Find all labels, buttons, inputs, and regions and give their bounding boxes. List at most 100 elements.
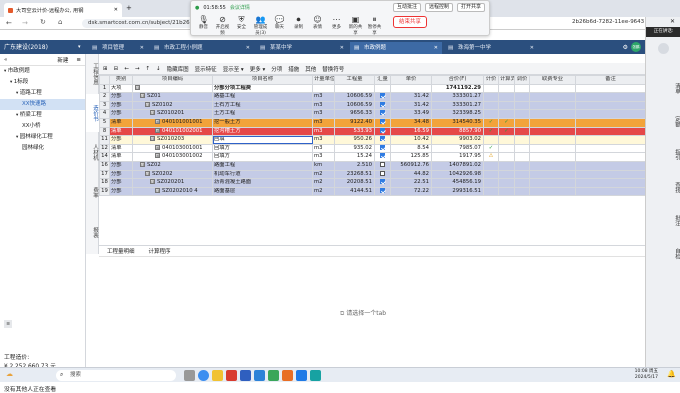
toolbar-item[interactable]: ⊟ <box>114 66 119 72</box>
side-tool-item[interactable]: 指引 <box>646 149 680 160</box>
expand-toggle-icon[interactable]: ⊞ <box>155 153 160 159</box>
close-tab-icon[interactable]: ✕ <box>246 42 250 54</box>
tree-node[interactable]: ▾ 市政例题 <box>0 66 85 77</box>
row-quantity[interactable] <box>334 83 375 94</box>
remote-control-button[interactable]: 远程控制 <box>424 3 453 12</box>
table-row[interactable]: 19 分部 ⊟ SZ0202010 4 路面基层 m2 4144.51 72.22 299316… <box>99 186 645 197</box>
module-tab[interactable]: 工程信息 <box>86 54 99 94</box>
module-tab[interactable]: 人材机 <box>86 132 99 172</box>
row-code-cell[interactable]: ⊞ 040103001002 <box>132 152 213 162</box>
app-green-icon[interactable] <box>268 370 279 381</box>
table-row[interactable]: 4 分部 ⊟ SZ010201 土方工程 m3 9656.33 33.49 323398.25 <box>99 109 645 119</box>
summary-checkbox[interactable] <box>380 153 385 159</box>
close-tab-icon[interactable]: ✕ <box>340 42 344 54</box>
expand-toggle-icon[interactable]: ⊞ <box>155 128 160 133</box>
tree-node[interactable]: ▾ 桥梁工程 <box>0 110 85 121</box>
forward-icon[interactable]: → <box>22 19 28 27</box>
table-row[interactable]: 11 分部 ⊟ SZ010203 回填 m3 950.26 10.42 9903.02 <box>99 135 645 145</box>
expand-toggle-icon[interactable]: ⊟ <box>150 179 155 185</box>
row-name[interactable]: 路基工程 <box>212 92 313 102</box>
row-code-cell[interactable]: ⊟ SZ0202010 4 <box>132 186 213 197</box>
side-tool-item[interactable]: 清单 <box>646 83 680 94</box>
row-name[interactable]: 机动车行道 <box>212 169 313 180</box>
row-name[interactable]: 挖沟槽土方 <box>212 126 313 137</box>
row-summary-cell[interactable] <box>374 100 391 111</box>
column-header[interactable]: 备注 <box>575 75 645 85</box>
row-summary-cell[interactable] <box>374 169 391 180</box>
column-header[interactable]: 调价 <box>514 75 530 85</box>
row-remark[interactable] <box>575 100 645 111</box>
row-name[interactable]: 回填方 <box>212 143 313 154</box>
back-icon[interactable]: ← <box>6 19 12 27</box>
summary-checkbox[interactable] <box>380 170 385 176</box>
row-summary-cell[interactable] <box>374 109 391 119</box>
meeting-app-icon[interactable] <box>296 370 307 381</box>
expand-toggle-icon[interactable]: ⊟ <box>140 162 145 167</box>
row-remark[interactable] <box>575 178 645 188</box>
toolbar-item[interactable]: 显示至 ▾ <box>223 65 244 73</box>
new-button[interactable]: 新建 <box>57 56 68 64</box>
app-teal-icon[interactable] <box>310 370 321 381</box>
row-summary-cell[interactable] <box>374 152 391 162</box>
summary-checkbox[interactable] <box>380 102 385 107</box>
column-header[interactable]: 项目编码 <box>132 75 213 85</box>
module-tab[interactable]: 造价书 <box>86 94 99 132</box>
row-name[interactable]: 分部分项工程费 <box>212 83 313 94</box>
row-summary-cell[interactable] <box>374 126 391 137</box>
open-share-button[interactable]: 打开共享 <box>456 3 485 12</box>
project-label[interactable]: 广东建设(2018) <box>4 42 48 53</box>
toolbar-item[interactable]: ↓ <box>156 66 161 72</box>
summary-checkbox[interactable] <box>380 110 385 116</box>
table-row[interactable]: 14 清单 ⊞ 040103001002 回填方 m3 15.24 125.85 1917.95… <box>99 152 645 162</box>
user-avatar[interactable]: 张鹏 <box>631 42 641 52</box>
row-code-cell[interactable]: ⊞ 040101001001 <box>132 117 213 128</box>
row-quantity[interactable]: 10606.59 <box>334 92 375 102</box>
tree-node[interactable]: ▾ 道路工程 <box>0 88 85 99</box>
app-tab[interactable]: ▤ 某某中学 ✕ <box>256 42 348 54</box>
row-code-cell[interactable]: ⊟ <box>132 83 213 94</box>
row-code-cell[interactable]: ⊟ SZ010203 <box>132 135 213 145</box>
row-quantity[interactable]: 533.93 <box>334 126 375 137</box>
row-name[interactable]: 土方工程 <box>212 109 313 119</box>
toolbar-item[interactable]: 显示特征 <box>195 65 217 73</box>
row-code-cell[interactable]: ⊞ 040101002001 <box>132 126 213 137</box>
chat-control[interactable]: 💬 聊天 <box>271 14 288 37</box>
row-quantity[interactable]: 15.24 <box>334 152 375 162</box>
row-remark[interactable] <box>575 186 645 197</box>
collapse-panel-icon[interactable]: « <box>4 57 7 63</box>
interactive-annotation-button[interactable]: 互动批注 <box>392 3 421 12</box>
app-red-icon[interactable] <box>226 370 237 381</box>
close-tab-icon[interactable]: ✕ <box>114 7 118 13</box>
new-tab-icon[interactable]: + <box>126 4 132 12</box>
column-header[interactable]: 类别 <box>109 75 133 85</box>
task-view-icon[interactable] <box>184 370 195 381</box>
record-control[interactable]: ⏺ 录制 <box>290 14 307 37</box>
expand-toggle-icon[interactable]: ⊟ <box>150 136 155 142</box>
row-remark[interactable] <box>575 152 645 162</box>
project-dropdown-icon[interactable]: ▾ <box>78 42 81 53</box>
home-icon[interactable]: ⌂ <box>58 18 62 26</box>
column-header[interactable]: 计价 <box>483 75 499 85</box>
close-panel-icon[interactable]: ✕ <box>670 18 675 25</box>
expand-toggle-icon[interactable]: ⊟ <box>155 188 160 193</box>
close-tab-icon[interactable]: ✕ <box>140 42 144 54</box>
app-blue-icon[interactable] <box>254 370 265 381</box>
row-code-cell[interactable]: ⊟ SZ020201 <box>132 178 213 188</box>
summary-checkbox[interactable] <box>380 188 385 193</box>
toolbar-item[interactable]: ⊞ <box>103 66 108 72</box>
end-share-button[interactable]: 结束共享 <box>393 16 428 28</box>
tree-menu-icon[interactable]: ≡ <box>76 57 81 63</box>
table-row[interactable]: 12 清单 ⊞ 040103001001 回填方 m3 935.02 8.54 7985.07 ✓ <box>99 143 645 154</box>
row-code-cell[interactable]: ⊞ 040103001001 <box>132 143 213 154</box>
tree-node[interactable]: ▾ 园林绿化工程 <box>0 132 85 143</box>
taskbar-search[interactable]: 搜索 <box>56 370 176 381</box>
expand-toggle-icon[interactable]: ⊞ <box>155 119 160 124</box>
detail-tab[interactable]: 计算程序 <box>149 246 171 256</box>
row-code-cell[interactable]: ⊟ SZ010201 <box>132 109 213 119</box>
close-tab-icon[interactable]: ✕ <box>530 42 534 54</box>
toolbar-item[interactable]: 措施 <box>288 65 299 73</box>
row-quantity[interactable]: 10606.59 <box>334 100 375 111</box>
table-row[interactable]: 8 清单 ⊞ 040101002001 挖沟槽土方 m3 533.93 16.59 8857.9… <box>99 126 645 137</box>
summary-checkbox[interactable] <box>380 162 385 167</box>
expand-toggle-icon[interactable]: ⊟ <box>145 102 150 107</box>
